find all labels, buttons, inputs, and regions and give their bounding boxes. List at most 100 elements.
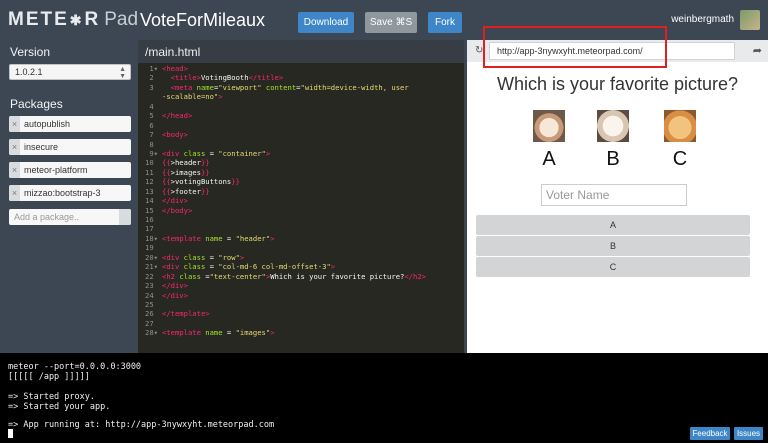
console-cursor: [8, 429, 13, 438]
line-number: 2: [149, 73, 158, 83]
code-line[interactable]: 11 {{>images}}: [138, 168, 464, 177]
package-item: × insecure: [9, 139, 131, 155]
code-line[interactable]: 12 {{>votingButtons}}: [138, 177, 464, 186]
code-line[interactable]: 7 <body>: [138, 130, 464, 139]
package-item: × mizzao:bootstrap-3: [9, 185, 131, 201]
code-line[interactable]: 25: [138, 300, 464, 309]
code-line[interactable]: 17: [138, 224, 464, 233]
package-name: insecure: [24, 142, 59, 152]
code-line[interactable]: 26 </template>: [138, 309, 464, 318]
remove-package-icon[interactable]: ×: [9, 116, 20, 132]
code-text: <template name = "images">: [162, 328, 275, 338]
fork-button[interactable]: Fork: [428, 12, 462, 33]
dog-picture-a: [533, 110, 565, 142]
file-name: /main.html: [138, 40, 464, 63]
code-line[interactable]: 3 <meta name="viewport" content="width=d…: [138, 83, 464, 92]
code-line[interactable]: 2 <title>VotingBooth</title>: [138, 73, 464, 82]
code-line[interactable]: 14 </div>: [138, 196, 464, 205]
code-text: </div>: [162, 281, 188, 291]
console-output[interactable]: meteor --port=0.0.0.0:3000 [[[[[ /app ]]…: [0, 353, 768, 443]
code-editor[interactable]: /main.html 1▾ <head> 2 <title>VotingBooth<…: [138, 40, 464, 353]
line-number: 28▾: [145, 328, 158, 338]
code-line[interactable]: 8: [138, 140, 464, 149]
code-text: </template>: [162, 309, 210, 319]
line-number: 18▾: [145, 233, 158, 243]
dog-picture-b: [597, 110, 629, 142]
add-package-input[interactable]: Add a package..: [9, 209, 131, 225]
line-number: 4: [149, 101, 158, 111]
code-line[interactable]: 15 </body>: [138, 206, 464, 215]
line-number: 5: [149, 111, 158, 121]
line-number: 27: [145, 318, 158, 328]
logo-text-meteor: METE: [8, 9, 69, 30]
remove-package-icon[interactable]: ×: [9, 162, 20, 178]
voter-name-input[interactable]: Voter Name: [541, 184, 687, 206]
add-package-placeholder: Add a package..: [14, 212, 80, 222]
picture-label-b: B: [606, 148, 620, 170]
line-number: 16: [145, 215, 158, 224]
package-name: meteor-platform: [24, 165, 88, 175]
logo-text-pad: Pad: [104, 9, 139, 30]
line-number: [138, 92, 162, 101]
vote-button-c[interactable]: C: [476, 257, 750, 277]
code-line[interactable]: 13 {{>footer}}: [138, 187, 464, 196]
line-number: 10: [145, 158, 158, 168]
code-line[interactable]: 22 <h2 class ="text-center">Which is you…: [138, 272, 464, 281]
vote-button-a[interactable]: A: [476, 215, 750, 235]
code-line[interactable]: 16: [138, 215, 464, 224]
version-value: 1.0.2.1: [15, 67, 43, 77]
console-line: => Started your app.: [8, 402, 111, 412]
remove-package-icon[interactable]: ×: [9, 185, 20, 201]
line-number: 25: [145, 299, 158, 309]
app-preview: ↻ http://app-3nywxyht.meteorpad.com/ ➦ W…: [464, 26, 768, 353]
code-line[interactable]: 19: [138, 243, 464, 252]
code-text: {{>footer}}: [162, 186, 210, 196]
console-line: => App running at: http://app-3nywxyht.m…: [8, 420, 275, 430]
code-line[interactable]: 21▾ <div class = "col-md-6 col-md-offset-…: [138, 262, 464, 271]
code-line[interactable]: 5 </head>: [138, 111, 464, 120]
line-number: 7: [149, 130, 158, 140]
package-item: × meteor-platform: [9, 162, 131, 178]
code-line[interactable]: 10 {{>header}}: [138, 158, 464, 167]
line-number: 1▾: [149, 64, 158, 73]
package-item: × autopublish: [9, 116, 131, 132]
code-line[interactable]: 23 </div>: [138, 281, 464, 290]
meteorpad-logo[interactable]: METE ✱ R Pad: [8, 9, 138, 31]
code-line[interactable]: 1▾ <head>: [138, 64, 464, 73]
url-highlight-box: [483, 26, 667, 68]
select-arrow-icon: ▲ ▼: [119, 66, 126, 80]
line-number: 19: [145, 243, 158, 253]
code-line[interactable]: 24 </div>: [138, 291, 464, 300]
issues-button[interactable]: Issues: [734, 427, 763, 440]
username[interactable]: weinbergmath: [671, 14, 734, 25]
code-text: {{>images}}: [162, 167, 210, 177]
share-icon[interactable]: ➦: [753, 44, 762, 57]
package-name: mizzao:bootstrap-3: [24, 188, 101, 198]
code-line[interactable]: 9▾ <div class = "container">: [138, 149, 464, 158]
code-text: -scalable=no">: [162, 92, 223, 102]
line-number: 3: [149, 82, 158, 92]
vote-button-b[interactable]: B: [476, 236, 750, 256]
code-line[interactable]: 20▾ <div class = "row">: [138, 253, 464, 262]
avatar[interactable]: [740, 10, 760, 30]
version-select[interactable]: 1.0.2.1 ▲ ▼: [9, 64, 131, 80]
packages-heading: Packages: [10, 97, 63, 111]
add-package-dropdown[interactable]: [119, 209, 131, 225]
code-text: </div>: [162, 290, 188, 300]
feedback-button[interactable]: Feedback: [690, 427, 730, 440]
code-text: </div>: [162, 196, 188, 206]
code-line[interactable]: 4: [138, 102, 464, 111]
code-line[interactable]: -scalable=no">: [138, 92, 464, 101]
code-line[interactable]: 27: [138, 319, 464, 328]
line-number: 13: [145, 186, 158, 196]
download-button[interactable]: Download: [298, 12, 354, 33]
code-line[interactable]: 6: [138, 121, 464, 130]
save-button[interactable]: Save ⌘S: [365, 12, 417, 33]
code-line[interactable]: 28▾ <template name = "images">: [138, 328, 464, 337]
line-number: 22: [145, 271, 158, 281]
remove-package-icon[interactable]: ×: [9, 139, 20, 155]
code-lines[interactable]: 1▾ <head> 2 <title>VotingBooth</title> 3 <m…: [138, 64, 464, 338]
code-line[interactable]: 18▾ <template name = "header">: [138, 234, 464, 243]
line-number: 15: [145, 205, 158, 215]
console-line: => Started proxy.: [8, 392, 95, 402]
